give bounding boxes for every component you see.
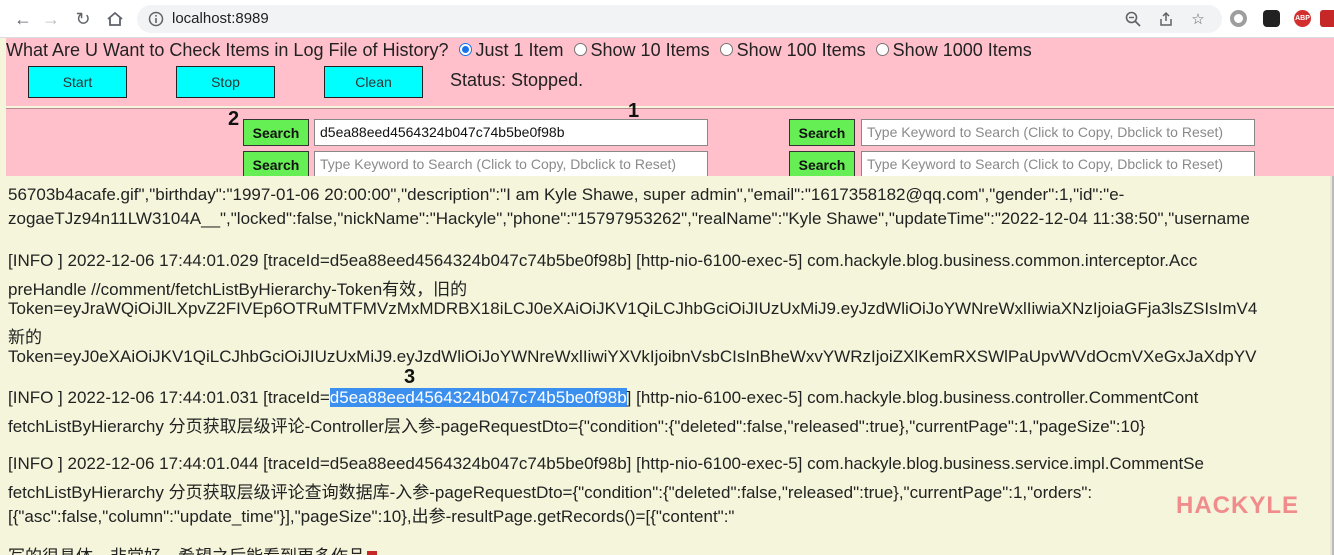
log-line: [INFO ] 2022-12-06 17:44:01.031 [traceId… [8,388,1198,408]
search-input[interactable]: Type Keyword to Search (Click to Copy, D… [861,151,1255,178]
control-panel: What Are U Want to Check Items in Log Fi… [6,38,1334,106]
radio-just-1-item[interactable] [458,43,472,56]
clean-button[interactable]: Clean [324,66,423,98]
log-line: 写的很具体，非常好，希望之后能看到更多作品 [8,542,377,555]
annotation-badge-2: 2 [228,108,240,130]
status-text: Status: Stopped. [450,70,584,90]
forward-arrow-icon[interactable]: → [40,8,62,30]
abp-icon[interactable]: ABP [1294,10,1311,27]
back-arrow-icon[interactable]: ← [12,8,34,30]
log-line: Token=eyJraWQiOiJlLXpvZ2FIVEp6OTRuMTFMVz… [8,299,1258,318]
search-button[interactable]: Search [789,119,855,146]
search-input[interactable]: d5ea88eed4564324b047c74b5be0f98b [314,119,708,146]
log-line: [{"asc":false,"column":"update_time"}],"… [8,507,735,526]
search-input[interactable]: Type Keyword to Search (Click to Copy, D… [314,151,708,178]
shield-icon[interactable] [1320,10,1334,27]
option-label[interactable]: Show 100 Items [737,40,866,61]
option-label[interactable]: Show 1000 Items [893,40,1032,61]
log-line: [INFO ] 2022-12-06 17:44:01.044 [traceId… [8,454,1204,473]
question-label: What Are U Want to Check Items in Log Fi… [6,40,449,60]
radio-show-10-items[interactable] [573,43,587,56]
url-text[interactable]: localhost:8989 [172,10,269,27]
log-line: [INFO ] 2022-12-06 17:44:01.029 [traceId… [8,251,1198,270]
bookmark-star-icon[interactable]: ☆ [1189,10,1207,28]
share-icon[interactable] [1157,10,1175,28]
reload-icon[interactable]: ↻ [72,8,94,30]
item-count-selector: What Are U Want to Check Items in Log Fi… [6,40,1032,61]
search-panel: 1 2 Search d5ea88eed4564324b047c74b5be0f… [6,100,1334,178]
log-line: zogaeTJz94n11LW3104A__","locked":false,"… [8,209,1250,228]
address-bar[interactable]: localhost:8989 ☆ [137,5,1222,33]
search-button[interactable]: Search [243,151,309,178]
home-icon[interactable] [104,8,126,30]
annotation-badge-3: 3 [404,366,416,388]
log-text: [INFO ] 2022-12-06 17:44:01.031 [traceId… [8,388,330,407]
log-line: fetchListByHierarchy 分页获取层级评论-Controller… [8,417,1146,436]
log-output[interactable]: 56703b4acafe.gif","birthday":"1997-01-06… [0,176,1334,555]
radio-show-1000-items[interactable] [875,43,889,56]
search-button[interactable]: Search [789,151,855,178]
site-info-icon[interactable] [147,10,165,28]
log-line: fetchListByHierarchy 分页获取层级评论查询数据库-入参-pa… [8,483,1093,502]
log-line: 56703b4acafe.gif","birthday":"1997-01-06… [8,185,1125,204]
search-input[interactable]: Type Keyword to Search (Click to Copy, D… [861,119,1255,146]
stop-button[interactable]: Stop [176,66,275,98]
log-line: Token=eyJ0eXAiOiJKV1QiLCJhbGciOiJIUzUxMi… [8,347,1257,366]
zoom-icon[interactable] [1124,10,1142,28]
hackyle-watermark: HACKYLE [1176,492,1300,519]
red-envelope-icon [367,550,377,555]
log-line: 新的 [8,328,42,347]
highlighted-trace-id: d5ea88eed4564324b047c74b5be0f98b [329,388,627,407]
log-text: 写的很具体，非常好，希望之后能看到更多作品 [8,547,365,555]
start-button[interactable]: Start [28,66,127,98]
log-text: ] [http-nio-6100-exec-5] com.hackyle.blo… [626,388,1199,407]
option-label[interactable]: Show 10 Items [591,40,710,61]
browser-toolbar: ← → ↻ localhost:8989 ☆ ABP [0,0,1334,38]
media-icon[interactable] [1230,10,1247,27]
log-line: preHandle //comment/fetchListByHierarchy… [8,280,468,299]
game-icon[interactable] [1263,10,1280,27]
option-label[interactable]: Just 1 Item [476,40,564,61]
radio-show-100-items[interactable] [719,43,733,56]
search-button[interactable]: Search [243,119,309,146]
